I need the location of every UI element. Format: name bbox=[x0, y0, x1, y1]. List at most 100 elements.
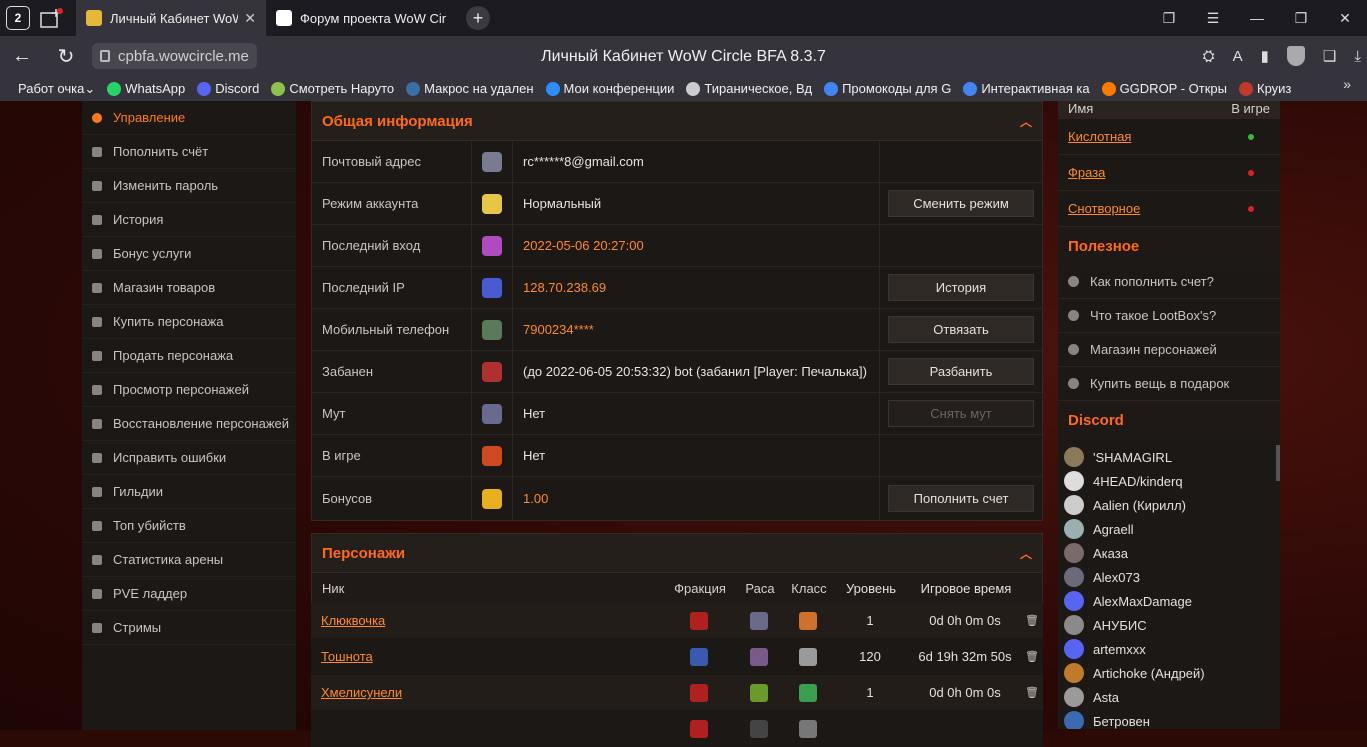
info-action-cell: Разбанить bbox=[880, 351, 1042, 392]
bookmark-item[interactable]: GGDROP - Откры bbox=[1101, 81, 1227, 96]
sidebar-item[interactable]: Пополнить счёт bbox=[82, 135, 296, 169]
tab-forum[interactable]: Форум проекта WoW Circ bbox=[266, 0, 456, 36]
useful-link[interactable]: Магазин персонажей bbox=[1058, 333, 1280, 367]
url-field[interactable]: cpbfa.wowcircle.me bbox=[92, 43, 257, 69]
discord-member-list[interactable]: 'SHAMAGIRL 4HEAD/kinderq Aalien (Кирилл) Ag… bbox=[1058, 439, 1280, 729]
character-link[interactable]: Тошнота bbox=[321, 649, 373, 664]
sidebar-item[interactable]: Просмотр персонажей bbox=[82, 373, 296, 407]
discord-member[interactable]: Alex073 bbox=[1058, 565, 1280, 589]
reader-icon[interactable]: A bbox=[1233, 48, 1243, 65]
useful-link[interactable]: Что такое LootBox's? bbox=[1058, 299, 1280, 333]
discord-member[interactable]: AlexMaxDamage bbox=[1058, 589, 1280, 613]
bookmark-item[interactable]: Круиз bbox=[1239, 81, 1291, 96]
info-action-button[interactable]: История bbox=[888, 274, 1034, 301]
sidebar-item-label: Магазин товаров bbox=[113, 280, 216, 295]
info-label: Почтовый адрес bbox=[312, 141, 472, 182]
question-icon bbox=[1068, 378, 1079, 389]
useful-link-label: Купить вещь в подарок bbox=[1090, 376, 1230, 391]
sidebar-item[interactable]: Продать персонажа bbox=[82, 339, 296, 373]
bookmark-item[interactable]: Интерактивная ка bbox=[963, 81, 1090, 96]
info-action-button[interactable]: Разбанить bbox=[888, 358, 1034, 385]
bookmark-item[interactable]: Работ очка ⌄ bbox=[18, 81, 95, 97]
sidebar-item[interactable]: История bbox=[82, 203, 296, 237]
trash-icon[interactable]: 🗑 bbox=[1025, 614, 1043, 627]
minimize-icon[interactable]: — bbox=[1235, 10, 1279, 26]
bookmark-item[interactable]: WhatsApp bbox=[107, 81, 185, 96]
reload-icon[interactable]: ↻ bbox=[44, 44, 88, 69]
trash-icon[interactable]: 🗑 bbox=[1025, 686, 1043, 699]
new-tab-button[interactable]: + bbox=[466, 6, 490, 30]
bookmark-item[interactable]: Discord bbox=[197, 81, 259, 96]
bookmark-item[interactable]: Мои конференции bbox=[545, 81, 674, 96]
discord-member[interactable]: Artichoke (Андрей) bbox=[1058, 661, 1280, 685]
bookmark-icon[interactable]: ▮ bbox=[1261, 47, 1269, 65]
general-info-header[interactable]: Общая информация ︿ bbox=[311, 101, 1043, 141]
sidebar-item[interactable]: Управление bbox=[82, 101, 296, 135]
sidebar-item[interactable]: Исправить ошибки bbox=[82, 441, 296, 475]
tab-account[interactable]: Личный Кабинет WoW ✕ bbox=[76, 0, 266, 36]
col-level: Уровень bbox=[845, 580, 897, 596]
info-action-button[interactable]: Пополнить счет bbox=[888, 485, 1034, 512]
new-tab-icon[interactable] bbox=[40, 7, 64, 29]
race-icon-cell bbox=[737, 719, 781, 738]
sidebar-item[interactable]: Изменить пароль bbox=[82, 169, 296, 203]
discord-member[interactable]: Agraell bbox=[1058, 517, 1280, 541]
sidebar-item-label: Стримы bbox=[113, 620, 162, 635]
more-bookmarks-icon[interactable]: » bbox=[1343, 76, 1351, 92]
discord-member[interactable]: Бетровен bbox=[1058, 709, 1280, 729]
characters-header[interactable]: Персонажи ︿ bbox=[311, 533, 1043, 573]
info-action-button[interactable]: Сменить режим bbox=[888, 190, 1034, 217]
bookmark-item[interactable]: Промокоды для G bbox=[824, 81, 951, 96]
discord-member[interactable]: 4HEAD/kinderq bbox=[1058, 469, 1280, 493]
class-icon bbox=[799, 683, 817, 702]
extensions-icon[interactable]: ❑ bbox=[1323, 47, 1336, 65]
bookmark-item[interactable]: Смотреть Наруто bbox=[271, 81, 394, 96]
snapshot-icon[interactable]: ❐ bbox=[1147, 10, 1191, 27]
info-action-button[interactable]: Отвязать bbox=[888, 316, 1034, 343]
online-row: Снотворное bbox=[1058, 191, 1280, 227]
close-icon[interactable]: ✕ bbox=[244, 10, 256, 27]
chevron-up-icon[interactable]: ︿ bbox=[1020, 113, 1032, 130]
sidebar-item[interactable]: Статистика арены bbox=[82, 543, 296, 577]
adblock-shield-icon[interactable] bbox=[1286, 46, 1305, 66]
menu-icon[interactable]: ☰ bbox=[1191, 10, 1235, 27]
discord-member[interactable]: АНУБИС bbox=[1058, 613, 1280, 637]
character-link[interactable]: Клюквочка bbox=[321, 613, 385, 628]
useful-link[interactable]: Как пополнить счет? bbox=[1058, 265, 1280, 299]
useful-link[interactable]: Купить вещь в подарок bbox=[1058, 367, 1280, 401]
sidebar-item[interactable]: Восстановление персонажей bbox=[82, 407, 296, 441]
sidebar-item[interactable]: Гильдии bbox=[82, 475, 296, 509]
info-action-button[interactable]: Снять мут bbox=[888, 400, 1034, 427]
scrollbar[interactable] bbox=[1276, 445, 1280, 481]
bookmark-item[interactable]: Тираническое, Вд bbox=[686, 81, 812, 96]
sidebar-item[interactable]: Топ убийств bbox=[82, 509, 296, 543]
discord-member[interactable]: Asta bbox=[1058, 685, 1280, 709]
translate-icon[interactable]: ⛭ bbox=[1203, 48, 1215, 65]
trash-icon[interactable]: 🗑 bbox=[1025, 650, 1043, 663]
tab-count-badge[interactable]: 2 bbox=[6, 6, 30, 30]
restore-icon[interactable]: ❐ bbox=[1279, 10, 1323, 27]
sidebar-item[interactable]: PVE ладдер bbox=[82, 577, 296, 611]
ggdrop-icon bbox=[1101, 81, 1116, 96]
discord-member[interactable]: Аказа bbox=[1058, 541, 1280, 565]
discord-member[interactable]: artemxxx bbox=[1058, 637, 1280, 661]
online-col-name: Имя bbox=[1068, 101, 1094, 116]
chevron-up-icon[interactable]: ︿ bbox=[1020, 545, 1032, 562]
discord-member[interactable]: Aalien (Кирилл) bbox=[1058, 493, 1280, 517]
online-player-link[interactable]: Кислотная bbox=[1068, 129, 1131, 144]
sidebar-item[interactable]: Магазин товаров bbox=[82, 271, 296, 305]
sidebar-item[interactable]: Бонус услуги bbox=[82, 237, 296, 271]
useful-link-label: Как пополнить счет? bbox=[1090, 274, 1214, 289]
sidebar-item[interactable]: Купить персонажа bbox=[82, 305, 296, 339]
sidebar-item[interactable]: Стримы bbox=[82, 611, 296, 645]
online-player-link[interactable]: Фраза bbox=[1068, 165, 1105, 180]
close-window-icon[interactable]: ✕ bbox=[1323, 10, 1367, 27]
info-action-cell: История bbox=[880, 267, 1042, 308]
back-icon[interactable]: ← bbox=[0, 45, 44, 68]
download-icon[interactable]: ⤓ bbox=[1354, 48, 1361, 65]
race-icon bbox=[750, 719, 768, 738]
online-player-link[interactable]: Снотворное bbox=[1068, 201, 1140, 216]
character-link[interactable]: Хмелисунели bbox=[321, 685, 402, 700]
bookmark-item[interactable]: Макрос на удален bbox=[406, 81, 534, 96]
discord-member[interactable]: 'SHAMAGIRL bbox=[1058, 445, 1280, 469]
